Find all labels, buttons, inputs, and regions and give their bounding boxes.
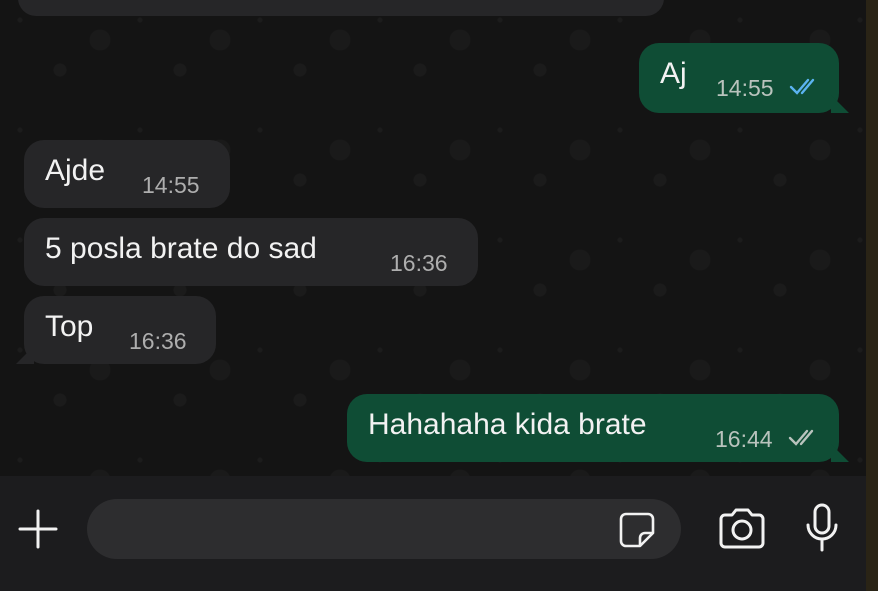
device-edge xyxy=(866,0,878,591)
voice-message-button[interactable] xyxy=(802,502,842,554)
chat-area: Aj 14:55 Ajde 14:55 5 posla brate do sad… xyxy=(0,0,866,476)
bubble-tail xyxy=(831,444,849,462)
message-text: Aj xyxy=(660,57,687,90)
delivered-double-check-icon xyxy=(788,429,814,446)
bubble-tail xyxy=(16,346,34,364)
message-text: Ajde xyxy=(45,154,106,187)
message-time: 16:36 xyxy=(390,250,448,276)
bubble-tail xyxy=(831,95,849,113)
camera-button[interactable] xyxy=(716,507,768,551)
sticker-button[interactable] xyxy=(617,510,657,550)
message-text: Hahahaha kida brate xyxy=(368,408,647,441)
message-incoming[interactable]: Ajde 14:55 xyxy=(24,140,230,208)
microphone-icon xyxy=(806,503,838,552)
message-time: 16:44 xyxy=(715,426,773,452)
message-input[interactable] xyxy=(87,499,681,559)
message-text: Top xyxy=(45,310,94,343)
message-incoming[interactable]: 5 posla brate do sad 16:36 xyxy=(24,218,478,286)
read-double-check-icon xyxy=(789,78,815,95)
message-time: 14:55 xyxy=(716,75,774,101)
camera-icon xyxy=(719,508,765,549)
message-text: 5 posla brate do sad xyxy=(45,232,317,265)
message-outgoing[interactable]: Hahahaha kida brate 16:44 xyxy=(347,394,849,462)
sticker-icon xyxy=(619,512,655,548)
message-outgoing[interactable]: Aj 14:55 xyxy=(639,43,849,113)
message-time: 16:36 xyxy=(129,328,187,354)
message-time: 14:55 xyxy=(142,172,200,198)
previous-message-partial[interactable] xyxy=(18,0,664,16)
message-incoming[interactable]: Top 16:36 xyxy=(16,296,216,364)
attach-button[interactable] xyxy=(16,507,60,551)
plus-icon xyxy=(18,509,58,549)
